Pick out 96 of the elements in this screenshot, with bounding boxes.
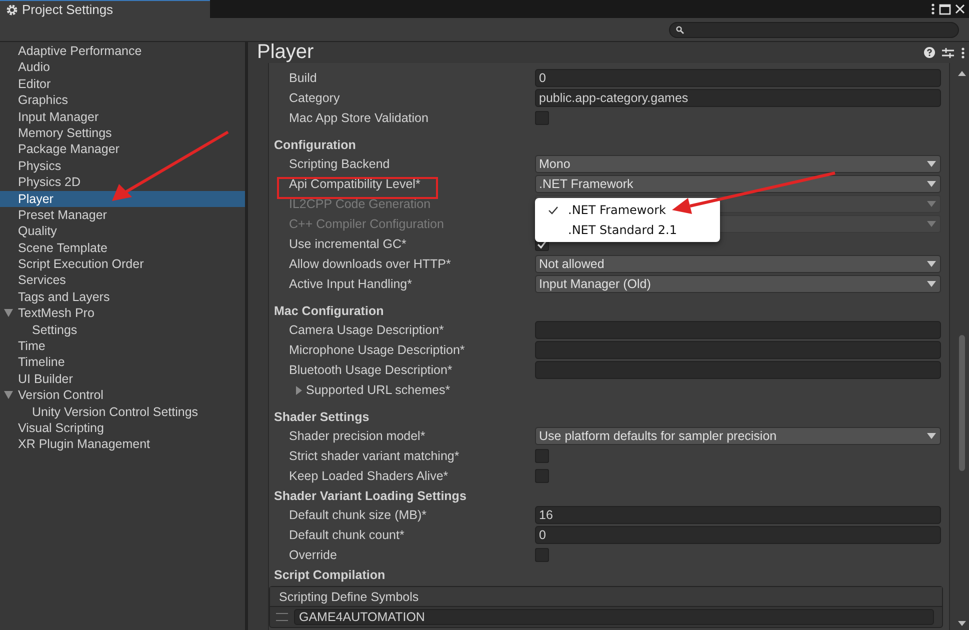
expand-arrow-icon[interactable] [4,391,13,400]
sidebar-item[interactable]: Adaptive Performance [0,43,245,60]
sidebar-item[interactable]: Visual Scripting [0,420,245,436]
sidebar-item[interactable]: UI Builder [0,370,245,388]
field-label: Camera Usage Description* [289,323,445,337]
section-header: Script Compilation [273,566,386,584]
window-title: Project Settings [22,2,114,17]
section-header: Shader Variant Loading Settings [273,488,468,505]
checkbox[interactable] [535,548,549,562]
panel-title: Player [257,41,314,64]
sidebar-item[interactable]: Settings [0,322,245,338]
sidebar-item[interactable]: Unity Version Control Settings [0,404,245,420]
dropdown[interactable]: Input Manager (Old) [535,275,941,293]
field-label: Mac App Store Validation [289,111,430,125]
field-label: Active Input Handling* [289,277,413,291]
field-label: Api Compatibility Level* [289,177,422,191]
sidebar-item[interactable]: Player [0,190,245,207]
field-label: Scripting Backend [289,157,391,171]
search-icon [676,26,684,34]
field-label: Bluetooth Usage Description* [289,363,454,377]
close-icon[interactable] [955,4,965,14]
field-label: Strict shader variant matching* [289,449,460,463]
text-field[interactable]: public.app-category.games [535,89,941,107]
checkbox[interactable] [535,111,549,125]
sidebar-item[interactable]: Time [0,338,245,354]
sidebar-item[interactable]: Input Manager [0,108,245,125]
sidebar-item[interactable]: Timeline [0,354,245,371]
caret-icon [927,433,936,439]
sidebar-item[interactable]: Scene Template [0,240,245,256]
menu-item[interactable]: .NET Standard 2.1 [535,220,720,240]
field-label: C++ Compiler Configuration [289,217,445,231]
field-label: Default chunk count* [289,528,406,542]
sidebar-item[interactable]: Preset Manager [0,206,245,224]
dropdown[interactable]: Use platform defaults for sampler precision [535,427,941,445]
caret-icon [927,281,936,287]
field-label: Allow downloads over HTTP* [289,257,452,271]
maximize-icon[interactable] [939,4,951,14]
window-tab[interactable]: Project Settings [0,0,210,18]
sidebar-item[interactable]: Script Execution Order [0,256,245,272]
field-label: Use incremental GC* [289,237,408,251]
expand-arrow-icon [295,386,303,394]
field-label: IL2CPP Code Generation [289,197,432,211]
sidebar-item[interactable]: XR Plugin Management [0,436,245,453]
sidebar-item[interactable]: Package Manager [0,141,245,158]
more-icon[interactable] [961,46,965,58]
sidebar-item[interactable]: Editor [0,76,245,92]
section-header: Mac Configuration [273,302,385,320]
text-field[interactable] [535,341,941,359]
text-field[interactable]: 0 [535,69,941,87]
text-field[interactable] [535,361,941,379]
sidebar-item[interactable]: Memory Settings [0,124,245,142]
dropdown[interactable]: .NET Framework [535,175,941,193]
text-field[interactable]: GAME4AUTOMATION [294,609,934,625]
menu-item[interactable]: .NET Framework [535,200,720,220]
sliders-icon[interactable] [942,46,954,58]
field-label: Default chunk size (MB)* [289,508,428,522]
sidebar-item[interactable]: Version Control [0,387,245,404]
caret-icon [927,261,936,267]
text-field[interactable]: 0 [535,526,941,544]
section-header: Configuration [273,136,357,154]
gear-icon [6,4,18,16]
caret-icon [927,201,936,207]
sidebar-item[interactable]: Graphics [0,92,245,109]
section-header: Shader Settings [273,408,370,426]
caret-icon [927,181,936,187]
foldout[interactable]: Supported URL schemes* [289,383,450,397]
field-label: Shader precision model* [289,429,426,443]
text-field[interactable]: 16 [535,506,941,524]
dropdown[interactable]: Not allowed [535,255,941,273]
scroll-down-icon[interactable] [958,621,966,626]
caret-icon [927,221,936,227]
sidebar-item[interactable]: Physics 2D [0,174,245,191]
sidebar-item[interactable]: Quality [0,223,245,240]
sidebar-item[interactable]: TextMesh Pro [0,305,245,322]
caret-icon [927,161,936,167]
more-icon[interactable] [931,3,935,15]
drag-handle-icon[interactable] [276,613,288,621]
text-field[interactable] [535,321,941,339]
scroll-up-icon[interactable] [958,71,966,76]
list-header: Scripting Define Symbols [270,587,942,607]
field-label: Build [289,71,318,85]
dropdown[interactable]: Mono [535,155,941,173]
checkbox[interactable] [535,449,549,463]
field-label: Category [289,91,341,105]
sidebar-item[interactable]: Audio [0,59,245,76]
field-label: Keep Loaded Shaders Alive* [289,469,450,483]
field-label: Override [289,548,338,562]
sidebar-item[interactable]: Tags and Layers [0,288,245,306]
search-field[interactable] [669,22,959,38]
sidebar-item[interactable]: Physics [0,158,245,174]
help-icon[interactable] [924,47,935,58]
check-icon [547,204,559,216]
sidebar-item[interactable]: Services [0,272,245,289]
field-label: Microphone Usage Description* [289,343,466,357]
checkbox[interactable] [535,469,549,483]
expand-arrow-icon[interactable] [4,309,13,318]
